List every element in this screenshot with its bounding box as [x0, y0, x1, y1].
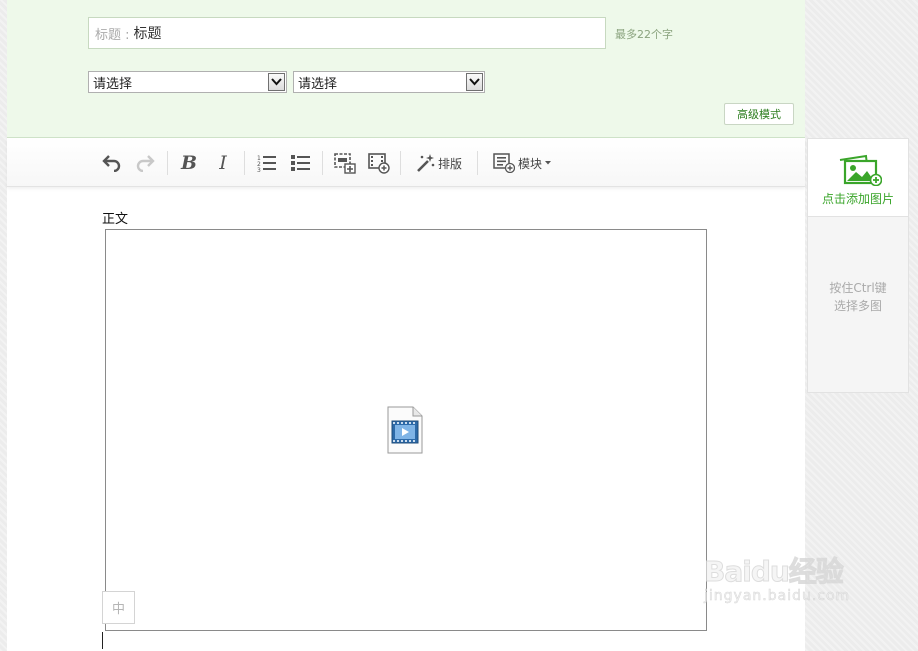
- magic-wand-icon: [417, 154, 435, 172]
- unordered-list-icon[interactable]: [289, 151, 313, 175]
- body-label: 正文: [102, 212, 129, 227]
- module-label: 模块: [518, 156, 543, 171]
- caret-down-icon: [545, 161, 552, 165]
- bold-icon: B: [180, 152, 198, 174]
- title-input[interactable]: 标题 : 标题: [88, 17, 606, 49]
- italic-icon: I: [219, 152, 227, 174]
- editor-panel: B I 1 2 3 排版 模块 正文 中: [7, 138, 805, 651]
- advanced-mode-button[interactable]: 高级模式: [724, 103, 794, 125]
- undo-icon[interactable]: [100, 151, 124, 175]
- category-select-2[interactable]: 请选择: [293, 71, 485, 93]
- category-select-1-value: 请选择: [93, 76, 133, 92]
- module-dropdown[interactable]: 模块: [493, 151, 552, 175]
- svg-text:3: 3: [257, 167, 261, 172]
- insert-image-icon[interactable]: [333, 151, 357, 175]
- insert-video-icon[interactable]: [367, 151, 391, 175]
- category-select-1[interactable]: 请选择: [88, 71, 287, 93]
- editor-toolbar: B I 1 2 3 排版 模块: [7, 138, 805, 187]
- bold-button[interactable]: B: [177, 151, 201, 175]
- add-image-icon: [839, 154, 882, 186]
- toolbar-divider: [477, 151, 478, 175]
- toolbar-divider: [244, 151, 245, 175]
- redo-icon[interactable]: [133, 151, 157, 175]
- category-select-2-value: 请选择: [298, 76, 338, 92]
- module-icon: [493, 153, 515, 173]
- multi-select-hint-line1: 按住Ctrl键: [829, 281, 887, 295]
- ordered-list-icon[interactable]: 1 2 3: [255, 151, 279, 175]
- auto-layout-button[interactable]: 排版: [415, 151, 462, 175]
- auto-layout-label: 排版: [438, 156, 463, 171]
- title-value[interactable]: 标题: [134, 23, 162, 43]
- embedded-video-frame[interactable]: [105, 229, 707, 631]
- multi-select-hint-line2: 选择多图: [833, 299, 882, 313]
- title-length-hint: 最多22个字: [615, 28, 673, 41]
- video-file-icon: [387, 406, 423, 454]
- add-image-label: 点击添加图片: [821, 192, 894, 206]
- baidu-jingyan-watermark: Baidu经验 jingyan.baidu.com: [703, 550, 851, 605]
- ime-indicator[interactable]: 中: [102, 591, 135, 624]
- toolbar-divider: [322, 151, 323, 175]
- header-panel: 标题 : 标题 最多22个字 请选择 请选择 高级模式: [7, 0, 805, 138]
- chevron-down-icon[interactable]: [268, 73, 285, 91]
- multi-select-hint: 按住Ctrl键 选择多图: [808, 279, 908, 315]
- title-label: 标题 :: [95, 27, 130, 43]
- toolbar-divider: [167, 151, 168, 175]
- watermark-url: jingyan.baidu.com: [704, 588, 851, 605]
- text-cursor: [102, 632, 103, 649]
- chevron-down-icon[interactable]: [466, 73, 483, 91]
- image-side-panel: 点击添加图片 按住Ctrl键 选择多图: [807, 138, 909, 393]
- italic-button[interactable]: I: [211, 151, 235, 175]
- watermark-logo-text: Baidu经验: [703, 555, 844, 589]
- add-image-button[interactable]: 点击添加图片: [808, 139, 908, 217]
- toolbar-divider: [400, 151, 401, 175]
